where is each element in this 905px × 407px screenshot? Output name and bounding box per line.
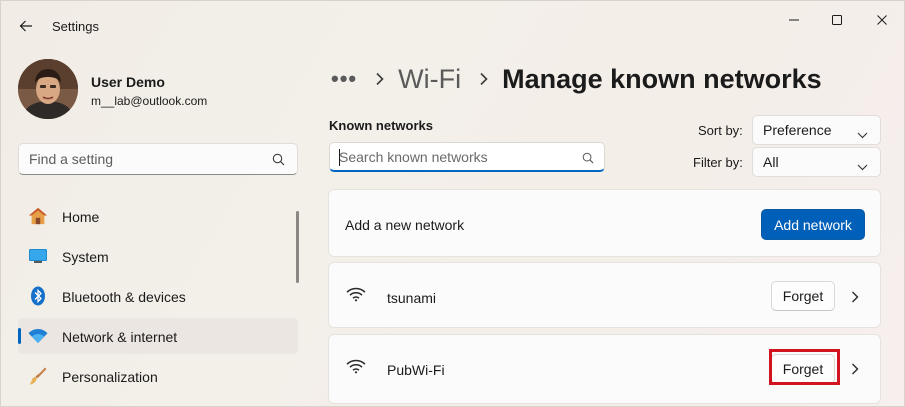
- window-title: Settings: [52, 19, 99, 34]
- chevron-right-icon: [479, 72, 488, 86]
- text-caret: [339, 149, 340, 166]
- add-network-label: Add a new network: [345, 217, 465, 233]
- highlight-box: [769, 349, 840, 385]
- system-icon: [28, 246, 48, 266]
- sidebar-item-home[interactable]: Home: [18, 198, 298, 234]
- chevron-right-icon: [375, 72, 384, 86]
- sidebar-item-system[interactable]: System: [18, 238, 298, 274]
- network-name: tsunami: [387, 290, 437, 306]
- wifi-icon: [346, 359, 366, 379]
- sidebar-item-label: System: [62, 249, 109, 265]
- bluetooth-icon: [28, 286, 48, 306]
- arrow-left-icon: [19, 20, 32, 32]
- sort-by-value: Preference: [763, 122, 832, 138]
- forget-button[interactable]: Forget: [771, 281, 835, 311]
- minimize-icon: [789, 19, 799, 21]
- sidebar-scrollbar[interactable]: [296, 211, 299, 283]
- home-icon: [28, 206, 48, 226]
- selection-indicator: [18, 328, 21, 344]
- sidebar-item-personalization[interactable]: Personalization: [18, 358, 298, 394]
- close-icon: [877, 15, 887, 25]
- known-networks-search[interactable]: [329, 142, 605, 172]
- chevron-right-icon[interactable]: [851, 362, 859, 380]
- chevron-down-icon: [857, 126, 868, 144]
- find-setting-search[interactable]: [18, 143, 298, 175]
- back-button[interactable]: [13, 13, 39, 39]
- sidebar-item-label: Bluetooth & devices: [62, 289, 186, 305]
- avatar[interactable]: [18, 59, 78, 119]
- filter-by-value: All: [763, 154, 779, 170]
- breadcrumb: ••• Wi-Fi Manage known networks: [331, 61, 822, 97]
- brush-icon: [28, 366, 48, 386]
- network-name: PubWi-Fi: [387, 362, 445, 378]
- add-network-card: Add a new network Add network: [328, 189, 881, 257]
- sidebar-item-bluetooth[interactable]: Bluetooth & devices: [18, 278, 298, 314]
- wifi-icon: [346, 287, 366, 307]
- search-icon: [582, 151, 594, 169]
- page-title: Manage known networks: [502, 63, 822, 94]
- search-icon: [272, 153, 285, 171]
- title-bar: Settings: [1, 1, 905, 49]
- minimize-button[interactable]: [779, 9, 809, 31]
- filter-by-dropdown[interactable]: All: [752, 147, 881, 177]
- sidebar-item-network[interactable]: Network & internet: [18, 318, 298, 354]
- wifi-icon: [28, 326, 48, 346]
- user-name: User Demo: [91, 74, 165, 90]
- chevron-right-icon[interactable]: [851, 290, 859, 308]
- sort-by-dropdown[interactable]: Preference: [752, 115, 881, 145]
- maximize-button[interactable]: [822, 9, 852, 31]
- filter-by-label: Filter by:: [693, 155, 743, 170]
- network-row-pubwifi[interactable]: PubWi-Fi Forget: [328, 334, 881, 404]
- add-network-button[interactable]: Add network: [761, 209, 865, 240]
- find-setting-input[interactable]: [29, 151, 259, 167]
- known-networks-search-input[interactable]: [339, 148, 569, 165]
- maximize-icon: [832, 15, 842, 25]
- network-row-tsunami[interactable]: tsunami Forget: [328, 262, 881, 328]
- sort-by-label: Sort by:: [698, 123, 743, 138]
- chevron-down-icon: [857, 158, 868, 176]
- close-button[interactable]: [867, 9, 897, 31]
- breadcrumb-more-button[interactable]: •••: [331, 66, 357, 92]
- sidebar-item-label: Home: [62, 209, 100, 225]
- user-email: m__lab@outlook.com: [91, 94, 208, 108]
- settings-window: Settings User Demo m__lab@outlook.com Fi…: [0, 0, 905, 407]
- sidebar-item-label: Network & internet: [62, 329, 178, 345]
- known-networks-heading: Known networks: [329, 118, 434, 133]
- sidebar-item-label: Personalization: [62, 369, 158, 385]
- breadcrumb-wifi-link[interactable]: Wi-Fi: [398, 64, 461, 95]
